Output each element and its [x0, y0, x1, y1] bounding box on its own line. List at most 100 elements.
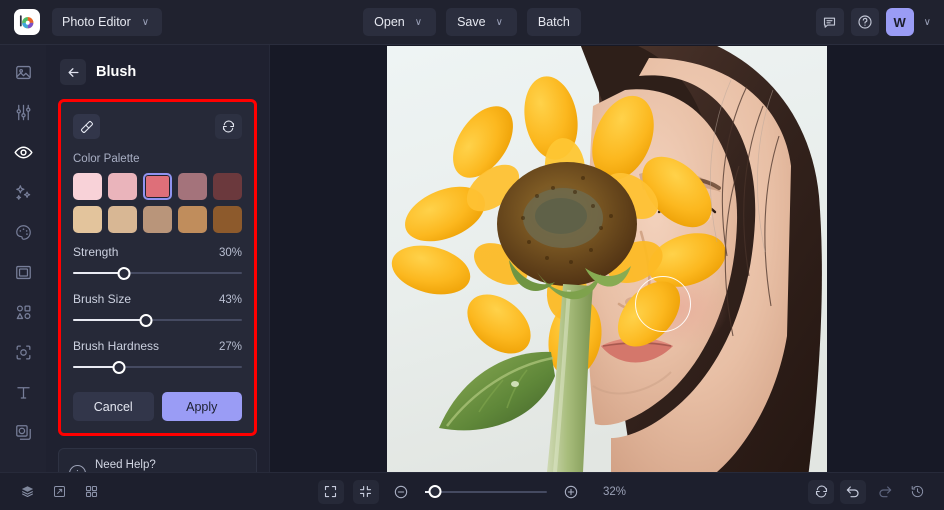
- grid-icon: [84, 484, 99, 499]
- adjustments-icon: [14, 103, 33, 122]
- slider-handle[interactable]: [117, 266, 131, 280]
- layers-button[interactable]: [14, 480, 40, 504]
- strength-slider[interactable]: [73, 266, 242, 280]
- color-swatch[interactable]: [178, 173, 207, 200]
- blush-panel: Blush Color Palette Strength 30% Brush S…: [46, 45, 270, 500]
- color-swatch[interactable]: [178, 206, 207, 233]
- color-swatch[interactable]: [213, 173, 242, 200]
- open-button-label: Open: [374, 15, 405, 29]
- brush-circle-cursor: [635, 275, 691, 332]
- redo-icon: [877, 484, 893, 500]
- canvas-stage: [270, 45, 944, 472]
- question-circle-icon: [857, 14, 873, 30]
- brush-size-label: Brush Size: [73, 292, 132, 306]
- app-name-menu[interactable]: Photo Editor ∨: [52, 8, 163, 36]
- slider-fill: [73, 272, 124, 274]
- layers-copy-icon: [14, 423, 33, 442]
- color-swatch[interactable]: [73, 206, 102, 233]
- fullscreen-icon: [323, 484, 338, 499]
- sidebar-item-layers[interactable]: [8, 419, 38, 445]
- brush-hardness-slider-block: Brush Hardness 27%: [73, 339, 242, 374]
- brush-size-slider[interactable]: [73, 313, 242, 327]
- batch-button-label: Batch: [537, 15, 570, 29]
- user-avatar[interactable]: W: [885, 8, 914, 36]
- brush-size-slider-header: Brush Size 43%: [73, 292, 242, 306]
- blush-settings-card: Color Palette Strength 30% Brush Size 43…: [58, 99, 257, 436]
- color-swatch[interactable]: [73, 173, 102, 200]
- app-logo-icon[interactable]: [14, 9, 40, 35]
- eraser-icon: [79, 119, 94, 134]
- apply-button[interactable]: Apply: [161, 392, 242, 421]
- sidebar-item-transform[interactable]: [8, 339, 38, 365]
- zoom-controls: 32%: [0, 479, 944, 504]
- strength-value: 30%: [218, 247, 242, 259]
- sidebar-item-adjust[interactable]: [8, 99, 38, 125]
- fit-screen-icon: [358, 484, 373, 499]
- brush-hardness-label: Brush Hardness: [73, 339, 160, 353]
- editor-body: Blush Color Palette Strength 30% Brush S…: [0, 45, 944, 500]
- photo-canvas[interactable]: [387, 45, 827, 472]
- undo-icon: [845, 484, 861, 500]
- layers-icon: [20, 484, 35, 499]
- chevron-down-icon: ∨: [495, 16, 503, 28]
- open-button[interactable]: Open ∨: [363, 8, 437, 36]
- zoom-slider[interactable]: [424, 485, 547, 499]
- redo-button[interactable]: [872, 480, 898, 504]
- undo-button[interactable]: [840, 479, 866, 504]
- grid-button[interactable]: [78, 480, 104, 504]
- zoom-out-button[interactable]: [388, 480, 414, 504]
- sidebar-item-retouch[interactable]: [8, 139, 38, 165]
- eraser-tool-button[interactable]: [73, 114, 100, 139]
- fullscreen-button[interactable]: [317, 479, 344, 504]
- back-button[interactable]: [60, 59, 86, 85]
- frame-icon: [14, 263, 33, 282]
- account-chevron-down-icon[interactable]: ∨: [921, 17, 934, 28]
- panel-actions: Cancel Apply: [73, 392, 242, 421]
- color-swatch[interactable]: [143, 206, 172, 233]
- zoom-in-button[interactable]: [558, 480, 584, 504]
- sidebar-item-color[interactable]: [8, 219, 38, 245]
- brush-size-value: 43%: [218, 294, 242, 306]
- help-button[interactable]: [850, 8, 879, 36]
- compare-button[interactable]: [46, 480, 72, 504]
- sidebar-item-text[interactable]: [8, 379, 38, 405]
- image-icon: [14, 63, 33, 82]
- app-name-label: Photo Editor: [62, 15, 131, 29]
- chat-bubble-icon: [822, 15, 837, 30]
- sidebar-item-effects[interactable]: [8, 179, 38, 205]
- color-swatch[interactable]: [213, 206, 242, 233]
- palette-icon: [14, 223, 33, 242]
- cancel-button[interactable]: Cancel: [73, 392, 154, 421]
- brush-hardness-slider[interactable]: [73, 360, 242, 374]
- feedback-button[interactable]: [815, 8, 844, 36]
- reset-blush-button[interactable]: [215, 114, 242, 139]
- reset-view-button[interactable]: [808, 479, 834, 504]
- strength-slider-header: Strength 30%: [73, 245, 242, 259]
- save-button[interactable]: Save ∨: [446, 8, 517, 36]
- brush-hardness-slider-header: Brush Hardness 27%: [73, 339, 242, 353]
- eye-icon: [13, 142, 34, 163]
- slider-handle[interactable]: [139, 313, 153, 327]
- sidebar-item-shapes[interactable]: [8, 299, 38, 325]
- color-swatch-selected[interactable]: [143, 173, 172, 200]
- zoom-out-icon: [393, 484, 409, 500]
- slider-track: [424, 490, 547, 493]
- color-swatch[interactable]: [108, 173, 137, 200]
- panel-header: Blush: [58, 59, 257, 85]
- canvas-wrap[interactable]: [270, 45, 944, 472]
- compare-icon: [52, 484, 67, 499]
- chevron-down-icon: ∨: [141, 16, 150, 28]
- color-swatch[interactable]: [108, 206, 137, 233]
- save-button-label: Save: [457, 15, 486, 29]
- color-swatch-row-1: [73, 173, 242, 200]
- arrow-left-icon: [66, 65, 81, 80]
- sidebar-item-frame[interactable]: [8, 259, 38, 285]
- sidebar-item-image[interactable]: [8, 59, 38, 85]
- slider-handle[interactable]: [112, 360, 126, 374]
- history-button[interactable]: [904, 480, 930, 504]
- reset-icon: [221, 119, 236, 134]
- slider-handle[interactable]: [428, 485, 442, 498]
- batch-button[interactable]: Batch: [526, 8, 581, 36]
- tool-rail: [0, 45, 46, 472]
- fit-screen-button[interactable]: [352, 479, 379, 504]
